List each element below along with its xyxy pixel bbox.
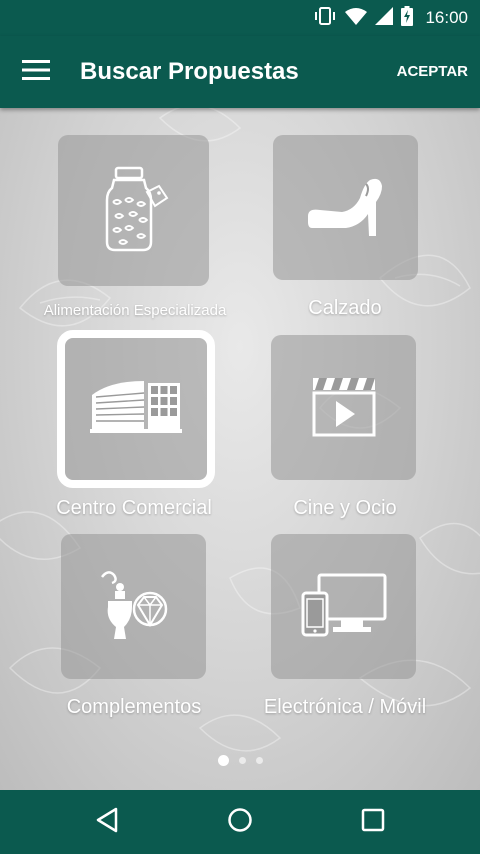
- mall-building-icon: [90, 377, 182, 441]
- category-label: Cine y Ocio: [293, 497, 397, 519]
- category-tile-complementos[interactable]: [61, 534, 206, 679]
- phone-monitor-icon: [301, 573, 387, 641]
- category-tile-calzado[interactable]: [273, 135, 418, 280]
- status-time: 16:00: [425, 8, 468, 27]
- battery-charging-icon: [401, 6, 414, 30]
- page-indicator: [0, 752, 480, 768]
- category-tile-cine-ocio[interactable]: [271, 335, 416, 480]
- page-title: Buscar Propuestas: [80, 58, 299, 85]
- page-dot-active[interactable]: [217, 754, 229, 766]
- category-tile-centro-comercial[interactable]: [57, 330, 215, 488]
- category-grid-area: Alimentación Especializada Calzado Centr…: [0, 108, 480, 790]
- hamburger-menu-icon: [22, 60, 50, 84]
- back-icon: [95, 807, 119, 837]
- wifi-icon: [345, 7, 368, 29]
- jar-icon: [99, 166, 169, 256]
- app-bar: Buscar Propuestas ACEPTAR: [0, 36, 480, 108]
- status-bar: 16:00: [0, 0, 480, 36]
- recents-button[interactable]: [353, 802, 393, 842]
- category-label: Electrónica / Móvil: [263, 696, 427, 718]
- category-tile-alimentacion[interactable]: [58, 135, 209, 286]
- category-label: Centro Comercial: [56, 497, 212, 519]
- home-button[interactable]: [220, 802, 260, 842]
- category-label: Complementos: [66, 696, 202, 718]
- vibrate-icon: [313, 6, 337, 30]
- category-tile-electronica-movil[interactable]: [271, 534, 416, 679]
- category-label: Calzado: [308, 297, 382, 319]
- perfume-diamond-icon: [98, 567, 170, 647]
- signal-icon: [375, 7, 394, 29]
- page-dot[interactable]: [238, 756, 246, 764]
- home-icon: [227, 807, 253, 837]
- system-nav-bar: [0, 790, 480, 854]
- back-button[interactable]: [87, 802, 127, 842]
- menu-button[interactable]: [16, 52, 56, 92]
- accept-button[interactable]: ACEPTAR: [395, 36, 470, 108]
- recents-icon: [361, 808, 385, 836]
- page-dot[interactable]: [255, 756, 263, 764]
- status-icons: 16:00: [313, 0, 468, 36]
- category-label: Alimentación Especializada: [43, 302, 227, 319]
- high-heel-icon: [306, 174, 386, 242]
- clapperboard-play-icon: [311, 374, 377, 442]
